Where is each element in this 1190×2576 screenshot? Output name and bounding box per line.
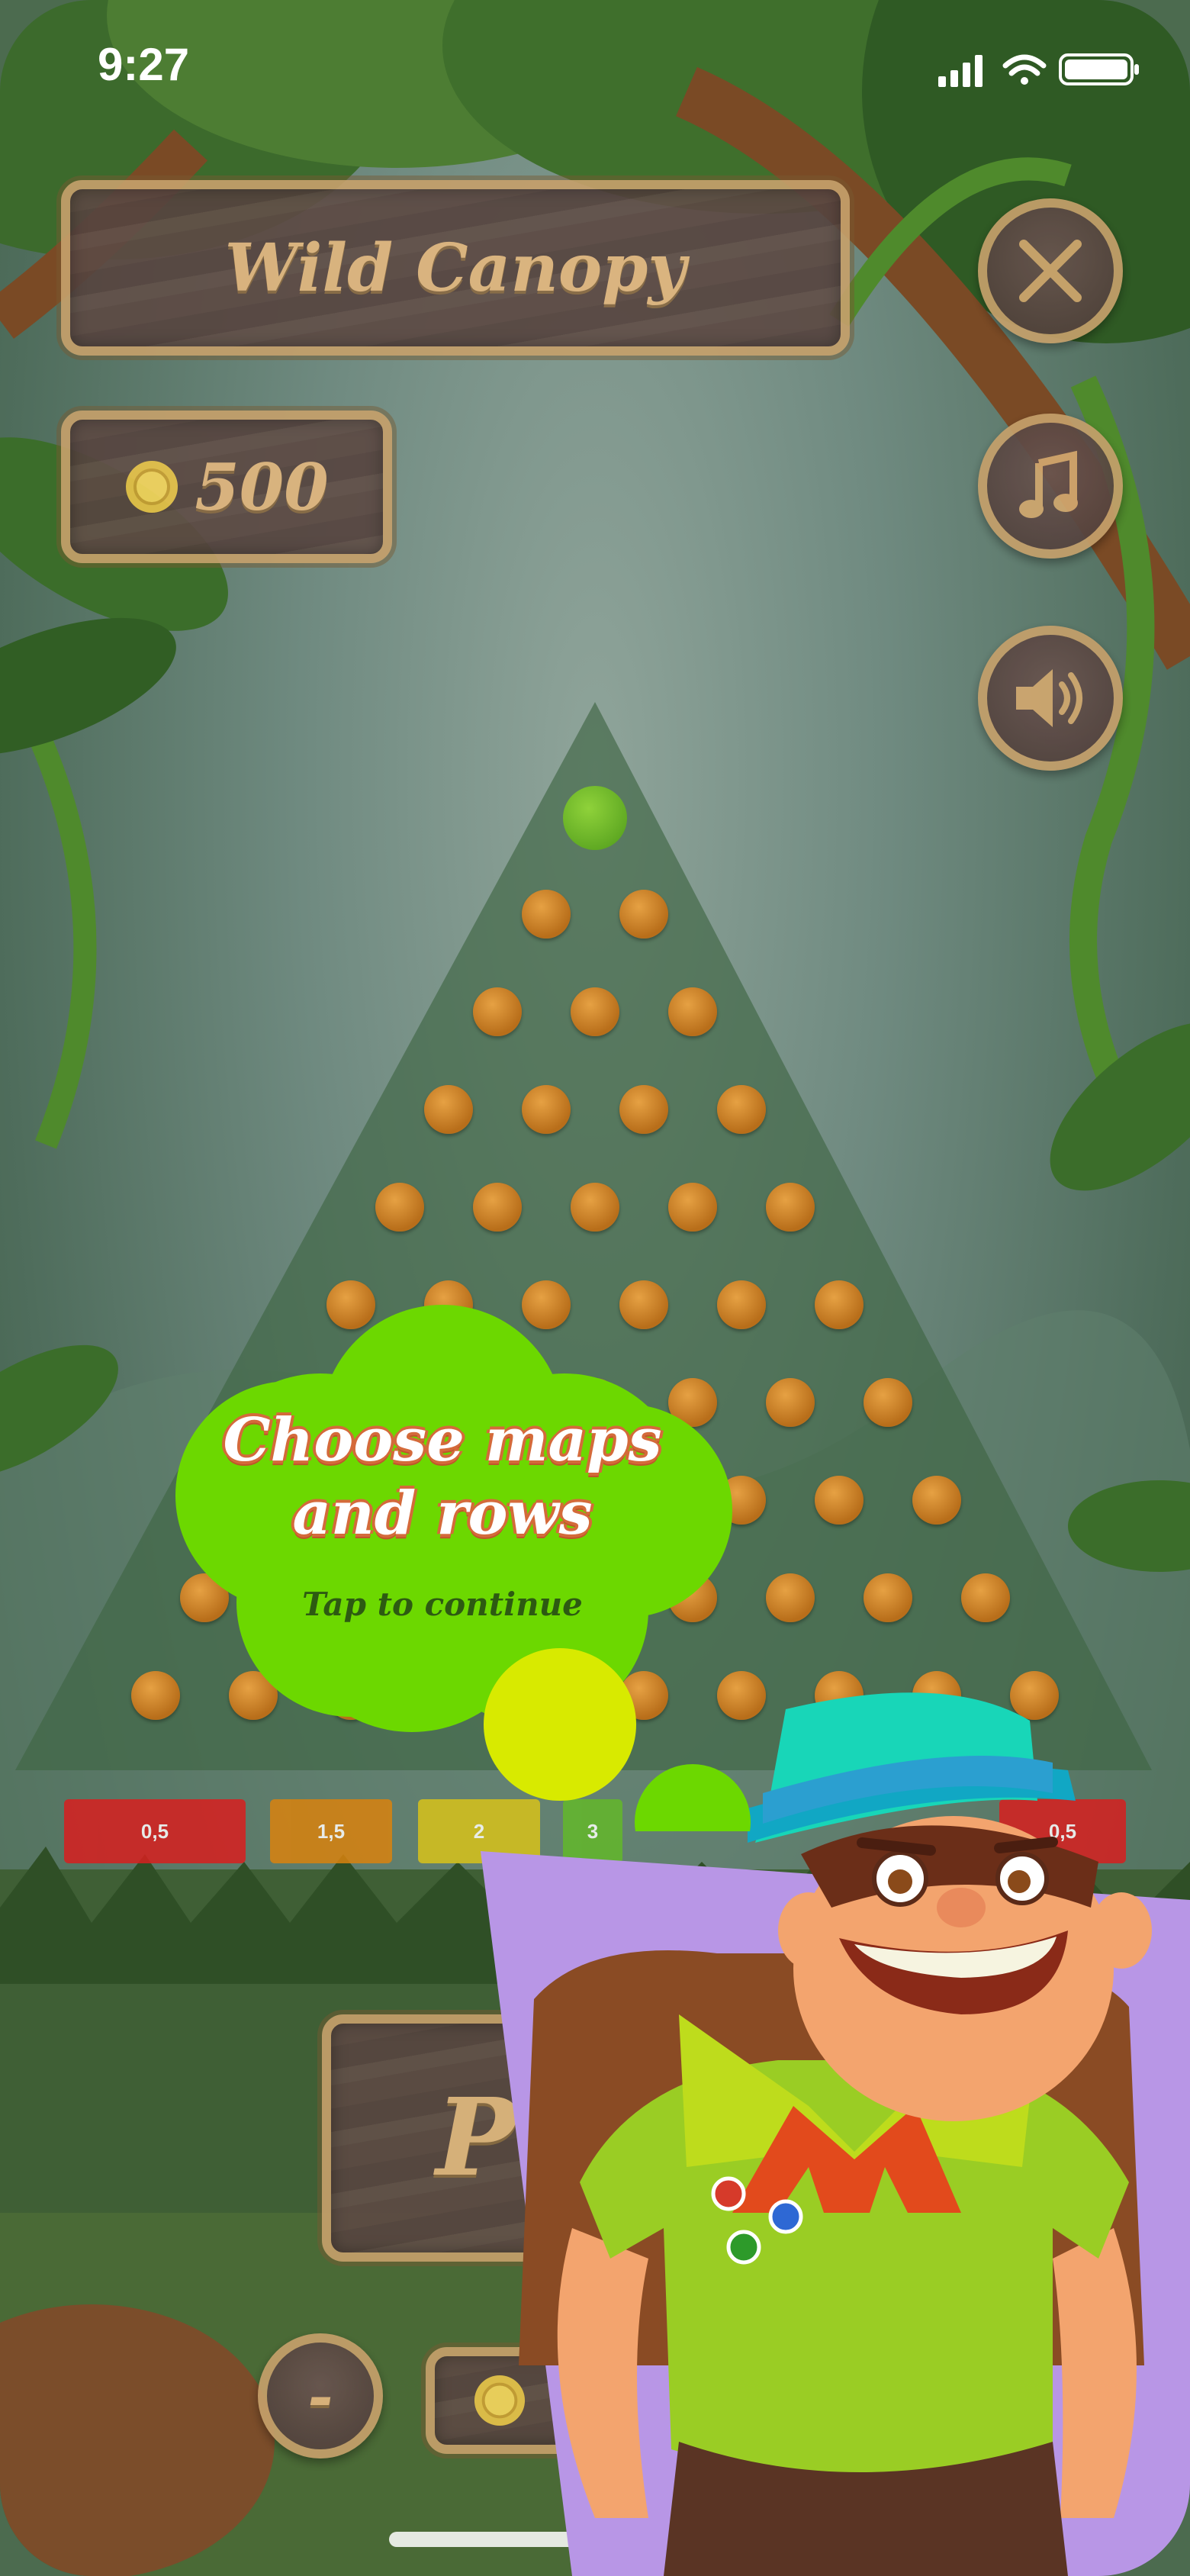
wifi-icon xyxy=(1002,54,1047,85)
close-icon xyxy=(1019,240,1082,302)
tutorial-message-line1: Choose maps xyxy=(223,1406,662,1475)
plinko-ball xyxy=(563,786,627,850)
title-panel: Wild Canopy xyxy=(61,180,850,356)
peg xyxy=(864,1573,912,1622)
game-screen: 9:27 Wild Canopy 500 0,5 1,5 2 3 0,5 P -… xyxy=(0,0,1190,2576)
peg xyxy=(717,1085,766,1134)
music-button[interactable] xyxy=(978,414,1123,559)
peg xyxy=(424,1085,473,1134)
game-title: Wild Canopy xyxy=(224,229,687,307)
peg xyxy=(766,1183,815,1232)
peg xyxy=(864,1378,912,1427)
peg xyxy=(619,890,668,939)
peg xyxy=(668,1183,717,1232)
peg xyxy=(815,1280,864,1329)
peg xyxy=(961,1573,1010,1622)
peg xyxy=(619,1085,668,1134)
tutorial-message-line2: and rows xyxy=(292,1479,593,1548)
peg xyxy=(473,1183,522,1232)
close-button[interactable] xyxy=(978,198,1123,343)
peg xyxy=(522,890,571,939)
coin-balance: 500 xyxy=(195,449,329,525)
peg xyxy=(473,987,522,1036)
signal-icon xyxy=(938,55,983,87)
peg xyxy=(522,1085,571,1134)
peg xyxy=(815,1476,864,1525)
peg xyxy=(571,987,619,1036)
coin-icon xyxy=(126,461,178,513)
status-icons xyxy=(938,53,1139,87)
peg xyxy=(571,1183,619,1232)
tap-to-continue[interactable]: Tap to continue xyxy=(153,1586,732,1623)
music-icon xyxy=(1019,450,1078,518)
peg xyxy=(668,987,717,1036)
peg xyxy=(912,1476,961,1525)
status-time: 9:27 xyxy=(98,39,190,90)
battery-icon xyxy=(1059,53,1139,85)
decrease-bet-button[interactable]: - xyxy=(258,2333,383,2458)
tutorial-message: Choose maps and rows xyxy=(153,1404,732,1550)
coin-balance-panel: 500 xyxy=(61,411,392,563)
minus-label: - xyxy=(307,2360,333,2432)
peg xyxy=(375,1183,424,1232)
